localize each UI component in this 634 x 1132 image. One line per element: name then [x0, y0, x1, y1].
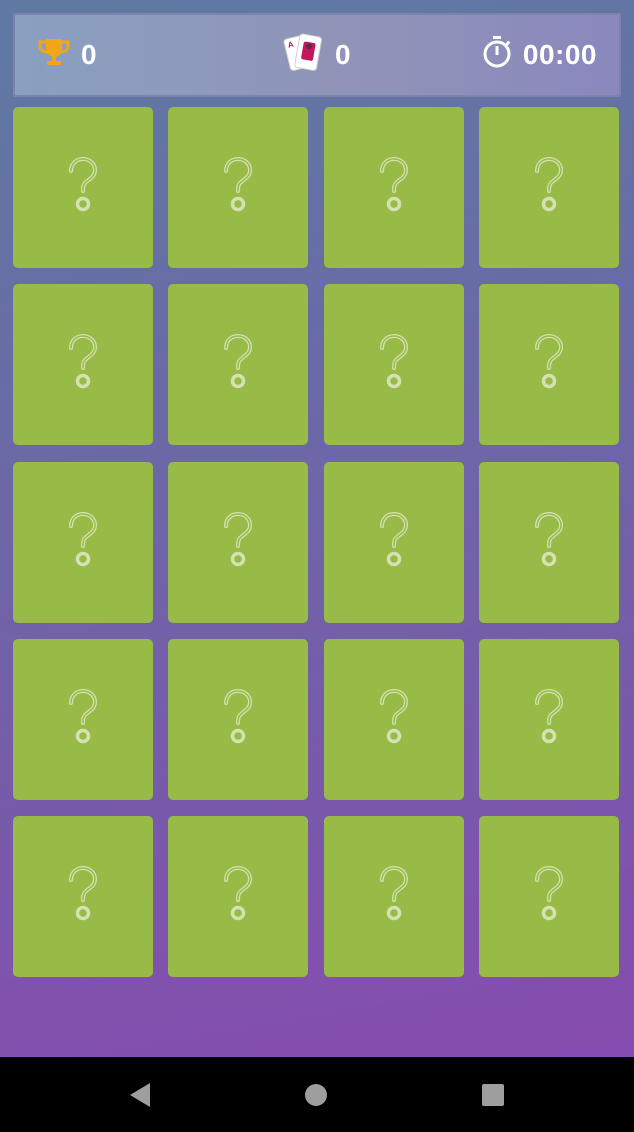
memory-card[interactable] [168, 638, 309, 800]
memory-card[interactable] [478, 461, 619, 623]
question-mark-icon [65, 332, 101, 397]
question-mark-icon [376, 687, 412, 752]
cards-icon: A [281, 29, 325, 82]
game-screen: 0 A 0 00:00 [0, 0, 634, 1057]
timer-value: 00:00 [522, 39, 597, 70]
memory-card[interactable] [478, 284, 619, 446]
memory-card[interactable] [323, 284, 464, 446]
score-display: 0 [37, 15, 97, 95]
back-icon[interactable] [124, 1079, 156, 1111]
question-mark-icon [220, 332, 256, 397]
question-mark-icon [531, 864, 567, 929]
memory-card[interactable] [323, 107, 464, 268]
memory-card[interactable] [13, 284, 153, 446]
memory-card[interactable] [478, 107, 619, 268]
moves-display: A 0 [281, 15, 351, 95]
question-mark-icon [220, 155, 256, 220]
trophy-icon [37, 35, 71, 76]
memory-card[interactable] [13, 816, 153, 978]
question-mark-icon [531, 155, 567, 220]
memory-card[interactable] [323, 816, 464, 978]
question-mark-icon [220, 510, 256, 575]
home-icon[interactable] [300, 1079, 332, 1111]
score-value: 0 [81, 39, 98, 70]
memory-card[interactable] [13, 107, 153, 268]
score-bar: 0 A 0 00:00 [13, 13, 621, 97]
question-mark-icon [220, 687, 256, 752]
memory-card[interactable] [478, 816, 619, 978]
memory-card[interactable] [168, 107, 309, 268]
system-nav-bar [0, 1057, 634, 1132]
question-mark-icon [220, 864, 256, 929]
question-mark-icon [531, 687, 567, 752]
question-mark-icon [376, 332, 412, 397]
memory-card[interactable] [168, 284, 309, 446]
question-mark-icon [376, 864, 412, 929]
question-mark-icon [65, 155, 101, 220]
question-mark-icon [65, 864, 101, 929]
question-mark-icon [376, 510, 412, 575]
memory-card[interactable] [478, 638, 619, 800]
question-mark-icon [531, 510, 567, 575]
question-mark-icon [376, 155, 412, 220]
recents-icon[interactable] [477, 1079, 509, 1111]
question-mark-icon [531, 332, 567, 397]
timer-display: 00:00 [481, 15, 597, 95]
memory-card[interactable] [13, 638, 153, 800]
memory-card[interactable] [168, 816, 309, 978]
question-mark-icon [65, 687, 101, 752]
moves-value: 0 [335, 39, 352, 70]
memory-card[interactable] [168, 461, 309, 623]
question-mark-icon [65, 510, 101, 575]
stopwatch-icon [481, 35, 513, 76]
memory-card[interactable] [323, 461, 464, 623]
memory-card[interactable] [13, 461, 153, 623]
memory-card[interactable] [323, 638, 464, 800]
